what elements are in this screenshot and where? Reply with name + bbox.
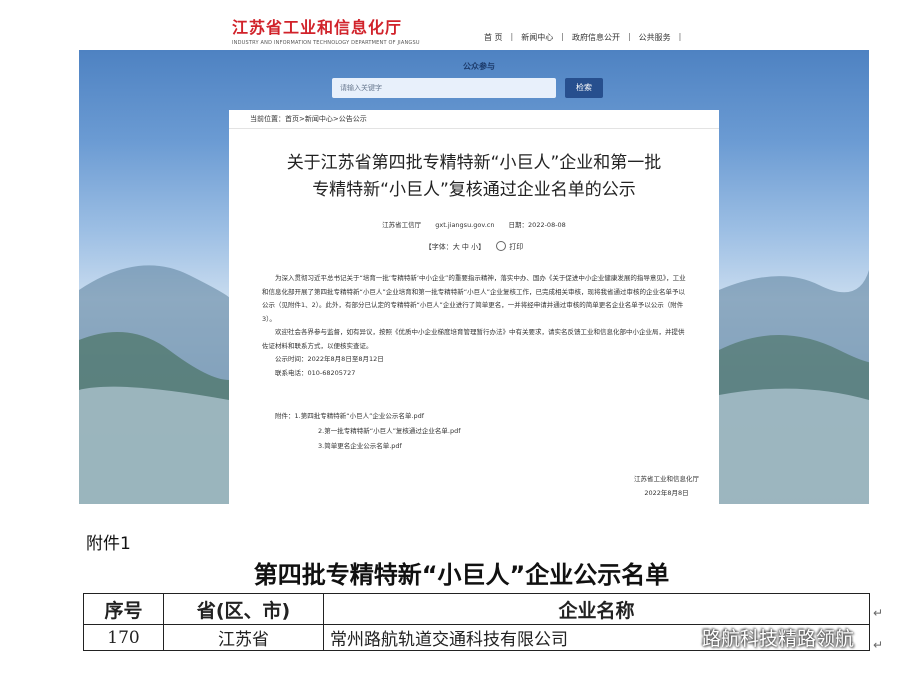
nav-divider: | [678,32,682,41]
public-participation-label: 公众参与 [463,62,495,71]
article-source: 江苏省工信厅 [382,221,422,229]
article-title-line1: 关于江苏省第四批专精特新“小巨人”企业和第一批 [286,153,662,173]
watermark-text: 路航科技精路领航 [702,628,855,650]
top-navigation: 首 页 | 新闻中心 | 政府信息公开 | 公共服务 | [476,32,681,43]
logo-chinese-text: 江苏省工业和信息化厅 [232,18,403,37]
signature-date: 2022年8月8日 [644,489,689,497]
divider [229,128,719,129]
logo-english-text: INDUSTRY AND INFORMATION TECHNOLOGY DEPA… [232,40,420,46]
column-header-company: 企业名称 [323,593,870,625]
article-body: 为深入贯彻习近平总书记关于“培育一批‘专精特新’中小企业”的重要指示精神，落实中… [262,272,687,380]
wechat-icon [678,632,698,647]
article-site: gxt.jiangsu.gov.cn [435,221,495,229]
attachment-label: 附件1 [86,534,131,554]
article-paragraph-2: 欢迎社会各界参与监督，如有异议，按照《优质中小企业梯度培育管理暂行办法》中有关要… [262,328,685,350]
signature-org: 江苏省工业和信息化厅 [634,475,699,483]
cell-province: 江苏省 [163,624,324,651]
contact-phone: 联系电话：010-68205727 [275,368,356,377]
nav-item-home[interactable]: 首 页 [476,32,511,43]
column-header-number: 序号 [83,593,164,625]
nav-item-gov-info[interactable]: 政府信息公开 [564,32,628,43]
print-icon[interactable] [496,241,507,251]
breadcrumb[interactable]: 当前位置：首页>新闻中心>公告公示 [250,114,367,124]
attachment-list: 附件：1.第四批专精特新“小巨人”企业公示名单.pdf 2.第一批专精特新“小巨… [262,409,687,454]
table-header-row: 序号 省(区、市) 企业名称 [83,593,870,625]
article-meta: 江苏省工信厅 gxt.jiangsu.gov.cn 日期：2022-08-08 [229,219,719,229]
article-date: 日期：2022-08-08 [508,221,566,229]
return-mark-icon: ↵ [873,606,884,620]
signature-block: 江苏省工业和信息化厅 2022年8月8日 [634,472,699,500]
column-header-province: 省(区、市) [163,593,324,625]
nav-item-news[interactable]: 新闻中心 [513,32,561,43]
article-title: 关于江苏省第四批专精特新“小巨人”企业和第一批 专精特新“小巨人”复核通过企业名… [229,150,719,204]
list-title: 第四批专精特新“小巨人”企业公示名单 [253,561,670,589]
print-link[interactable]: 打印 [509,243,523,251]
cell-number: 170 [83,624,164,651]
search-input[interactable]: 请输入关键字 [332,78,556,98]
search-button[interactable]: 检索 [565,78,603,98]
wechat-watermark: 路航科技精路领航 [678,624,854,651]
article-tools: 【字体：大 中 小】 打印 [229,241,719,252]
site-logo[interactable]: 江苏省工业和信息化厅 INDUSTRY AND INFORMATION TECH… [232,14,420,46]
article-paragraph-1: 为深入贯彻习近平总书记关于“培育一批‘专精特新’中小企业”的重要指示精神，落实中… [262,274,686,323]
article-title-line2: 专精特新“小巨人”复核通过企业名单的公示 [312,180,636,200]
font-size-switcher[interactable]: 【字体：大 中 小】 [425,243,485,251]
attachment-link-1[interactable]: 附件：1.第四批专精特新“小巨人”企业公示名单.pdf [262,409,687,424]
attachment-link-3[interactable]: 3.简单更名企业公示名单.pdf [262,439,687,454]
nav-item-public-service[interactable]: 公共服务 [631,32,679,43]
return-mark-icon: ↵ [873,638,884,652]
attachment-link-2[interactable]: 2.第一批专精特新“小巨人”复核通过企业名单.pdf [262,424,687,439]
article-panel: 当前位置：首页>新闻中心>公告公示 关于江苏省第四批专精特新“小巨人”企业和第一… [229,110,719,504]
notice-period: 公示时间：2022年8月8日至8月12日 [275,355,384,363]
